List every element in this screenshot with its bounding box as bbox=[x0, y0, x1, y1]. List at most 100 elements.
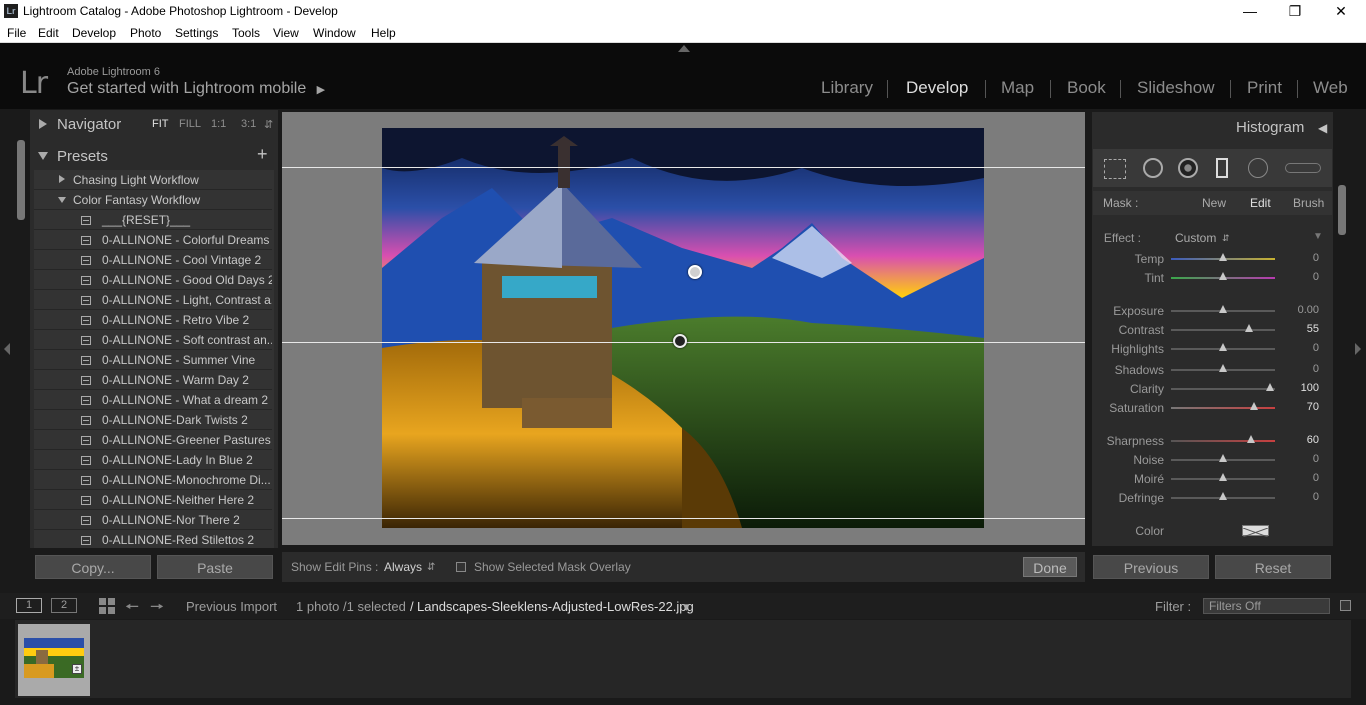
edit-pin-selected[interactable] bbox=[673, 334, 687, 348]
slider-value[interactable]: 0 bbox=[1285, 453, 1319, 465]
zoom-fit[interactable]: FIT bbox=[152, 118, 169, 130]
maximize-icon[interactable]: ❐ bbox=[1272, 0, 1318, 23]
preset-item[interactable]: 0-ALLINONE-Monochrome Di... bbox=[34, 470, 272, 490]
preset-item[interactable]: 0-ALLINONE - Good Old Days 2 bbox=[34, 270, 272, 290]
back-arrow-icon[interactable]: 🠔 bbox=[125, 596, 139, 623]
effect-collapse-icon[interactable]: ▼ bbox=[1313, 231, 1323, 242]
done-button[interactable]: Done bbox=[1023, 557, 1077, 577]
slider-thumb[interactable] bbox=[1219, 492, 1227, 500]
close-icon[interactable]: ✕ bbox=[1318, 0, 1364, 23]
preset-item[interactable]: 0-ALLINONE-Neither Here 2 bbox=[34, 490, 272, 510]
navigator-header[interactable]: Navigator bbox=[57, 116, 121, 133]
graduated-filter-icon[interactable] bbox=[1216, 158, 1228, 178]
menu-view[interactable]: View bbox=[273, 26, 299, 40]
slider-track-clarity[interactable] bbox=[1171, 383, 1275, 391]
copy-button[interactable]: Copy... bbox=[35, 555, 151, 579]
menu-help[interactable]: Help bbox=[371, 26, 396, 40]
slider-value[interactable]: 0 bbox=[1285, 342, 1319, 354]
preset-item[interactable]: 0-ALLINONE - Light, Contrast a... bbox=[34, 290, 272, 310]
module-library[interactable]: Library bbox=[821, 78, 873, 98]
module-web[interactable]: Web bbox=[1313, 78, 1348, 98]
graduated-filter-line-bottom[interactable] bbox=[282, 518, 1085, 519]
slider-value[interactable]: 70 bbox=[1285, 401, 1319, 413]
crop-overlay-icon[interactable] bbox=[1104, 159, 1126, 179]
slider-track-defringe[interactable] bbox=[1171, 492, 1275, 500]
menu-settings[interactable]: Settings bbox=[175, 26, 218, 40]
left-panel-toggle-icon[interactable] bbox=[4, 343, 10, 355]
slider-thumb[interactable] bbox=[1219, 305, 1227, 313]
slider-value[interactable]: 0.00 bbox=[1285, 304, 1319, 316]
slider-track-shadows[interactable] bbox=[1171, 364, 1275, 372]
mobile-promo-link[interactable]: Get started with Lightroom mobile ▶ bbox=[67, 80, 325, 98]
slider-value[interactable]: 0 bbox=[1285, 252, 1319, 264]
preset-item[interactable]: 0-ALLINONE-Nor There 2 bbox=[34, 510, 272, 530]
slider-track-contrast[interactable] bbox=[1171, 324, 1275, 332]
slider-thumb[interactable] bbox=[1219, 253, 1227, 261]
slider-value[interactable]: 0 bbox=[1285, 271, 1319, 283]
forward-arrow-icon[interactable]: 🠖 bbox=[150, 596, 164, 623]
secondary-display-button[interactable]: 2 bbox=[51, 598, 77, 613]
slider-value[interactable]: 60 bbox=[1285, 434, 1319, 446]
slider-track-noise[interactable] bbox=[1171, 454, 1275, 462]
menu-photo[interactable]: Photo bbox=[130, 26, 161, 40]
presets-collapse-icon[interactable] bbox=[38, 152, 48, 160]
slider-value[interactable]: 0 bbox=[1285, 491, 1319, 503]
slider-track-tint[interactable] bbox=[1171, 272, 1275, 280]
right-panel-toggle-icon[interactable] bbox=[1355, 343, 1361, 355]
slider-track-saturation[interactable] bbox=[1171, 402, 1275, 410]
module-slideshow[interactable]: Slideshow bbox=[1137, 78, 1215, 98]
preset-item[interactable]: 0-ALLINONE-Greener Pastures 2 bbox=[34, 430, 272, 450]
preset-folder-color-fantasy[interactable]: Color Fantasy Workflow bbox=[34, 190, 272, 210]
preset-item[interactable]: 0-ALLINONE - What a dream 2 bbox=[34, 390, 272, 410]
photo-preview[interactable] bbox=[382, 128, 984, 528]
edit-pin[interactable] bbox=[688, 265, 702, 279]
paste-button[interactable]: Paste bbox=[157, 555, 273, 579]
slider-value[interactable]: 55 bbox=[1285, 323, 1319, 335]
filmstrip-source[interactable]: Previous Import bbox=[186, 599, 277, 614]
slider-track-exposure[interactable] bbox=[1171, 305, 1275, 313]
preset-item[interactable]: 0-ALLINONE-Dark Twists 2 bbox=[34, 410, 272, 430]
graduated-filter-line-top[interactable] bbox=[282, 167, 1085, 168]
zoom-dropdown-icon[interactable]: ⇵ bbox=[264, 118, 273, 131]
slider-track-moir[interactable] bbox=[1171, 473, 1275, 481]
filename-dropdown-icon[interactable]: ▾ bbox=[683, 599, 690, 615]
slider-thumb[interactable] bbox=[1219, 473, 1227, 481]
slider-track-highlights[interactable] bbox=[1171, 343, 1275, 351]
preset-item[interactable]: 0-ALLINONE-Red Stilettos 2 bbox=[34, 530, 272, 548]
mask-new-button[interactable]: New bbox=[1202, 196, 1226, 210]
adjustment-brush-icon[interactable] bbox=[1285, 163, 1321, 173]
slider-thumb[interactable] bbox=[1219, 343, 1227, 351]
slider-value[interactable]: 0 bbox=[1285, 472, 1319, 484]
mask-brush-button[interactable]: Brush bbox=[1293, 196, 1324, 210]
preset-folder-chasing-light[interactable]: Chasing Light Workflow bbox=[34, 170, 272, 190]
module-print[interactable]: Print bbox=[1247, 78, 1282, 98]
menu-file[interactable]: File bbox=[7, 26, 26, 40]
primary-display-button[interactable]: 1 bbox=[16, 598, 42, 613]
menu-develop[interactable]: Develop bbox=[72, 26, 116, 40]
presets-header[interactable]: Presets bbox=[57, 148, 108, 165]
left-panel-scrollbar[interactable] bbox=[17, 140, 25, 220]
preset-item[interactable]: 0-ALLINONE - Summer Vine bbox=[34, 350, 272, 370]
histogram-collapse-icon[interactable]: ◀ bbox=[1318, 121, 1327, 135]
slider-track-temp[interactable] bbox=[1171, 253, 1275, 261]
preset-item[interactable]: 0-ALLINONE - Retro Vibe 2 bbox=[34, 310, 272, 330]
slider-value[interactable]: 100 bbox=[1285, 382, 1319, 394]
slider-thumb[interactable] bbox=[1247, 435, 1256, 443]
red-eye-icon[interactable] bbox=[1178, 158, 1198, 178]
slider-thumb[interactable] bbox=[1219, 272, 1227, 280]
minimize-icon[interactable]: — bbox=[1227, 0, 1273, 23]
filter-select[interactable]: Filters Off bbox=[1203, 598, 1330, 614]
add-preset-icon[interactable]: + bbox=[257, 144, 268, 165]
mask-overlay-checkbox[interactable] bbox=[456, 562, 466, 572]
module-map[interactable]: Map bbox=[1001, 78, 1034, 98]
zoom-fill[interactable]: FILL bbox=[179, 118, 201, 130]
preset-item[interactable]: ___{RESET}___ bbox=[34, 210, 272, 230]
navigator-expand-icon[interactable] bbox=[39, 119, 47, 129]
zoom-3-1[interactable]: 3:1 bbox=[241, 118, 256, 130]
top-panel-toggle-icon[interactable] bbox=[678, 45, 690, 52]
spot-removal-icon[interactable] bbox=[1143, 158, 1163, 178]
show-edit-pins-select[interactable]: Always bbox=[384, 560, 422, 574]
menu-tools[interactable]: Tools bbox=[232, 26, 260, 40]
slider-thumb[interactable] bbox=[1219, 364, 1227, 372]
right-panel-scrollbar[interactable] bbox=[1338, 185, 1346, 235]
